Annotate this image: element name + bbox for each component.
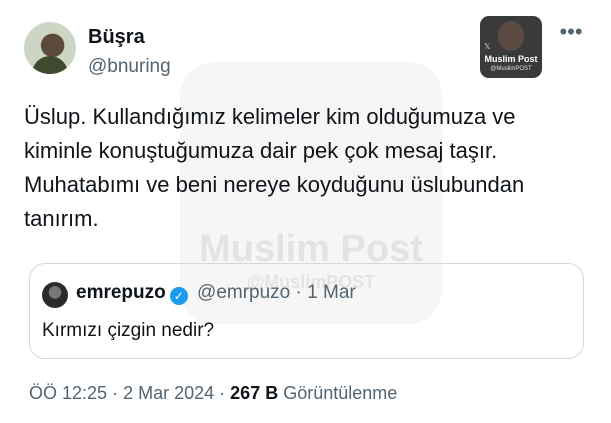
more-options-icon[interactable]: ••• (556, 21, 586, 43)
separator-dot: · (219, 383, 226, 403)
tweet-time[interactable]: ÖÖ 12:25 (29, 383, 107, 403)
badge-portrait (498, 21, 524, 51)
verified-badge-icon: ✓ (169, 287, 188, 305)
tweet-meta: ÖÖ 12:25 · 2 Mar 2024 · 267 B Görüntülen… (29, 383, 397, 404)
quoted-tweet-text: Kırmızı çizgin nedir? (42, 320, 215, 341)
separator-dot: · (112, 383, 119, 403)
quoted-tweet-date: 1 Mar (307, 282, 356, 303)
tweet-date[interactable]: 2 Mar 2024 (123, 383, 214, 403)
view-count: 267 B (230, 383, 279, 403)
views-label: Görüntülenme (283, 383, 398, 403)
quoted-author-name: emrepuzo (76, 282, 166, 303)
quoted-author-handle: @emrpuzo (197, 282, 291, 303)
quoted-tweet-header: emrepuzo ✓ @emrpuzo · 1 Mar (76, 282, 356, 305)
tweet-text: Üslup. Kullandığımız kelimeler kim olduğ… (24, 104, 525, 231)
separator-dot: · (295, 282, 302, 303)
quoted-author-avatar (42, 282, 68, 308)
badge-title: Muslim Post (484, 54, 538, 64)
quoted-tweet-card[interactable]: emrepuzo ✓ @emrpuzo · 1 Mar Kırmızı çizgi… (29, 263, 584, 359)
muslim-post-badge: 𝕏 Muslim Post @MuslimPOST (480, 16, 542, 78)
author-avatar[interactable] (24, 22, 76, 74)
author-handle[interactable]: @bnuring (88, 56, 171, 78)
badge-subtitle: @MuslimPOST (490, 66, 532, 72)
x-logo-icon: 𝕏 (484, 42, 491, 51)
author-display-name[interactable]: Büşra (88, 26, 145, 49)
